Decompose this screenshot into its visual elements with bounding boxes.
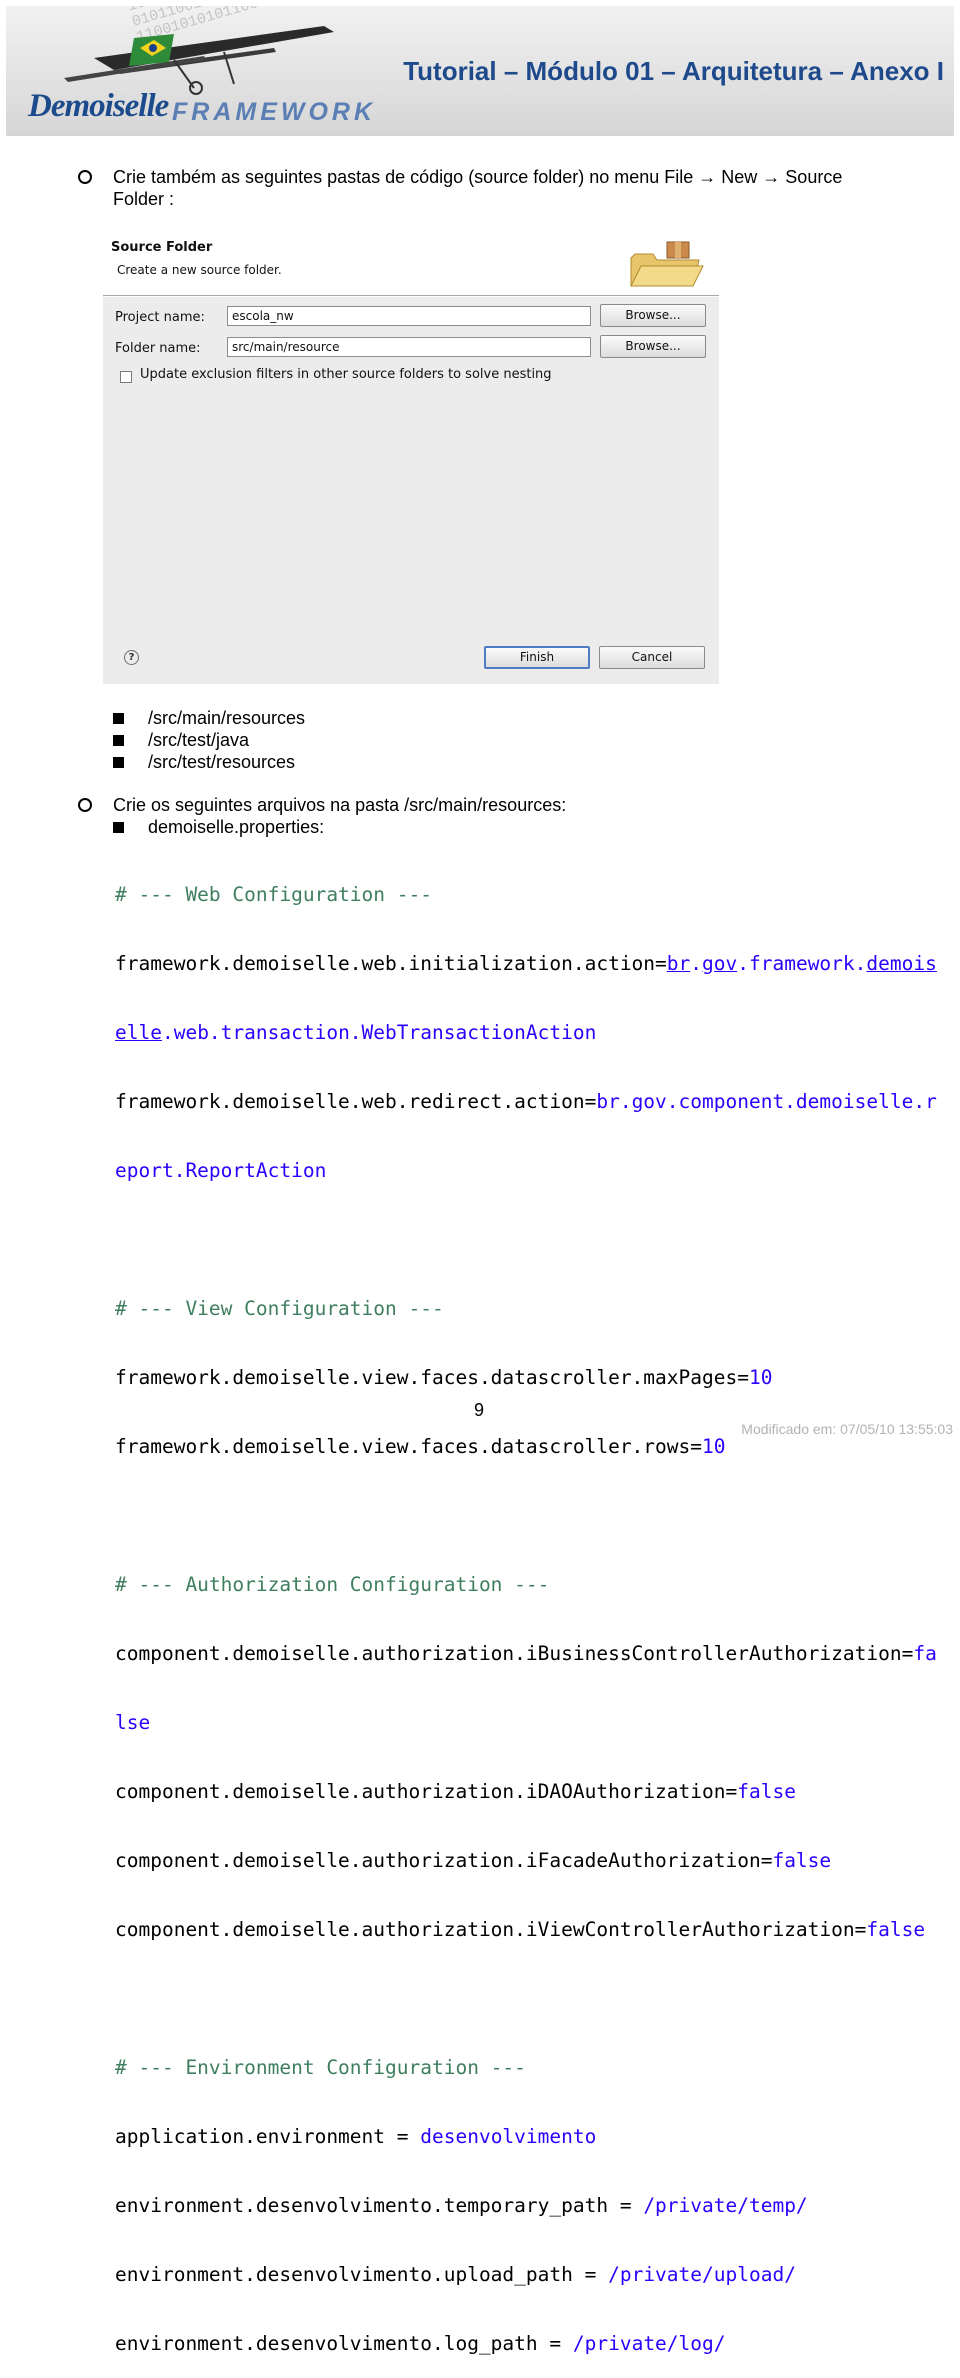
files-intro: Crie os seguintes arquivos na pasta /src…	[113, 795, 567, 815]
dialog-banner: Source Folder Create a new source folder…	[103, 232, 719, 295]
properties-code-block: # --- Web Configuration --- framework.de…	[115, 837, 937, 2378]
dialog-subtitle: Create a new source folder.	[117, 263, 282, 277]
intro-line-2: Folder :	[113, 189, 175, 209]
finish-button[interactable]: Finish	[484, 646, 590, 669]
code-value: /private/log/	[572, 2332, 726, 2355]
code-key: environment.desenvolvimento.log_path =	[115, 2332, 573, 2355]
code-key: component.demoiselle.authorization.iBusi…	[115, 1642, 914, 1665]
browse-folder-button[interactable]: Browse...	[600, 335, 706, 358]
code-comment: # --- View Configuration ---	[115, 1297, 444, 1320]
code-value: demois	[866, 952, 937, 975]
code-key: component.demoiselle.authorization.iDAOA…	[115, 1780, 738, 1803]
folder-name-label: Folder name:	[115, 341, 201, 356]
code-value: .	[690, 952, 703, 975]
code-value: 10	[702, 1435, 726, 1458]
demoiselle-logo: Demoiselle FRAMEWORK	[24, 18, 374, 128]
code-key: framework.demoiselle.web.redirect.action…	[115, 1090, 597, 1113]
exclusion-filters-label: Update exclusion filters in other source…	[140, 367, 552, 382]
code-value: /private/upload/	[608, 2263, 796, 2286]
logo-wordmark: Demoiselle	[28, 88, 169, 124]
folder-name-field[interactable]: src/main/resource	[227, 337, 591, 357]
folder-package-icon	[630, 241, 704, 287]
code-value: gov	[702, 952, 738, 975]
page-header: 1010110100101001010110010101101011001010…	[6, 6, 954, 136]
code-value: lse	[115, 1711, 151, 1734]
code-key: framework.demoiselle.view.faces.datascro…	[115, 1366, 749, 1389]
code-value: eport.ReportAction	[115, 1159, 327, 1182]
folder-item: /src/main/resources	[148, 708, 306, 728]
dialog-title: Source Folder	[111, 240, 213, 255]
code-value: false	[866, 1918, 926, 1941]
project-name-field[interactable]: escola_nw	[227, 306, 591, 326]
dialog-separator-highlight	[103, 296, 719, 297]
code-value: 10	[748, 1366, 773, 1389]
code-key: framework.demoiselle.view.faces.datascro…	[115, 1435, 702, 1458]
intro-line-1: Crie também as seguintes pastas de códig…	[113, 167, 843, 187]
page-number: 9	[474, 1400, 485, 1420]
logo-framework-text: FRAMEWORK	[172, 98, 377, 126]
code-value: .web.transaction.WebTransactionAction	[161, 1021, 597, 1044]
document-title: Tutorial – Módulo 01 – Arquitetura – Ane…	[403, 56, 944, 86]
code-key: component.demoiselle.authorization.iView…	[115, 1918, 867, 1941]
square-bullet-icon	[113, 822, 124, 833]
code-value: false	[772, 1849, 832, 1872]
help-icon[interactable]: ?	[124, 650, 139, 665]
code-comment: # --- Environment Configuration ---	[115, 2056, 526, 2079]
airplane-logo-icon	[64, 26, 334, 95]
browse-project-button[interactable]: Browse...	[600, 304, 706, 327]
code-value: fa	[913, 1642, 937, 1665]
code-key: component.demoiselle.authorization.iFaca…	[115, 1849, 773, 1872]
code-comment: # --- Web Configuration ---	[115, 883, 432, 906]
cancel-button[interactable]: Cancel	[599, 646, 705, 669]
square-bullet-icon	[113, 713, 124, 724]
code-key: environment.desenvolvimento.upload_path …	[115, 2263, 609, 2286]
circle-bullet-icon	[78, 798, 92, 812]
code-key: framework.demoiselle.web.initialization.…	[115, 952, 667, 975]
project-name-label: Project name:	[115, 310, 205, 325]
square-bullet-icon	[113, 735, 124, 746]
code-comment: # --- Authorization Configuration ---	[115, 1573, 550, 1596]
folder-item: /src/test/resources	[148, 752, 296, 772]
code-value: br.gov.component.demoiselle.r	[596, 1090, 937, 1113]
square-bullet-icon	[113, 757, 124, 768]
code-value: .framework.	[737, 952, 867, 975]
code-value: br	[666, 952, 691, 975]
code-value: /private/temp/	[643, 2194, 808, 2217]
exclusion-filters-checkbox[interactable]	[120, 371, 132, 383]
modified-timestamp: Modificado em: 07/05/10 13:55:03	[741, 1421, 953, 1437]
source-folder-dialog: Source Folder Create a new source folder…	[103, 232, 719, 684]
code-value: elle	[115, 1021, 162, 1044]
code-key: environment.desenvolvimento.temporary_pa…	[115, 2194, 644, 2217]
circle-bullet-icon	[78, 170, 92, 184]
code-value: desenvolvimento	[420, 2125, 597, 2148]
properties-file-name: demoiselle.properties:	[148, 817, 325, 837]
code-value: false	[737, 1780, 796, 1803]
folder-item: /src/test/java	[148, 730, 250, 750]
code-key: application.environment =	[115, 2125, 421, 2148]
